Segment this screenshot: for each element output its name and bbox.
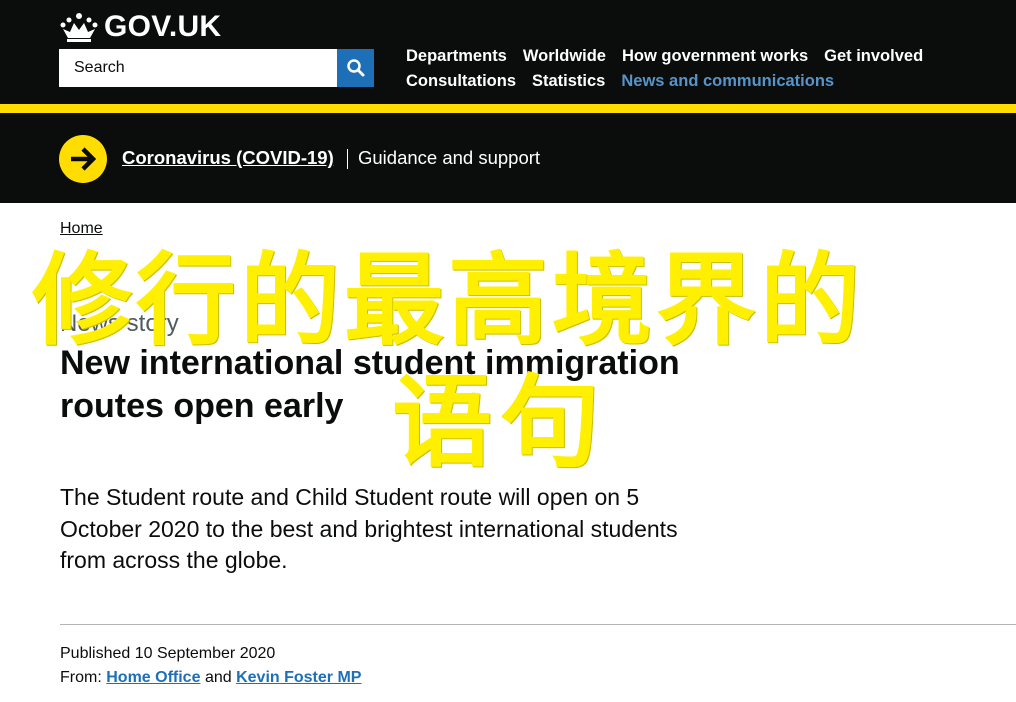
published-label: Published [60,645,131,662]
nav-item-departments[interactable]: Departments [406,47,507,66]
divider [347,149,348,169]
lead-paragraph: The Student route and Child Student rout… [60,484,678,573]
nav-item-statistics[interactable]: Statistics [532,72,605,91]
nav-item-consultations[interactable]: Consultations [406,72,516,91]
main-navigation: Departments Worldwide How government wor… [406,44,966,94]
covid-link[interactable]: Coronavirus (COVID-19) [122,147,334,169]
content-type-caption: News story [60,310,179,337]
site-header: GOV.UK Search Departments Worldwide How … [0,0,1016,104]
from-label: From: [60,669,102,686]
search-button[interactable] [337,49,374,87]
from-line: From: Home Office and Kevin Foster MP [60,666,361,690]
govuk-logo[interactable]: GOV.UK [60,10,221,44]
breadcrumb-home[interactable]: Home [60,220,103,238]
page-title: New international student immigration ro… [60,344,680,425]
nav-item-how-government-works[interactable]: How government works [622,47,808,66]
published-line: Published 10 September 2020 [60,642,361,666]
covid-banner: Coronavirus (COVID-19) Guidance and supp… [0,113,1016,203]
nav-row: Departments Worldwide How government wor… [406,44,966,69]
arrow-right-circle-icon [59,135,107,183]
search-form: Search [59,49,374,87]
nav-item-get-involved[interactable]: Get involved [824,47,923,66]
publication-metadata: Published 10 September 2020 From: Home O… [60,642,361,690]
organisation-link-home-office[interactable]: Home Office [106,669,200,686]
person-link-kevin-foster[interactable]: Kevin Foster MP [236,669,361,686]
logo-text: GOV.UK [104,10,222,43]
header-yellow-bar [0,104,1016,113]
and-text: and [204,669,232,686]
search-icon [346,59,364,77]
covid-guidance-text: Guidance and support [358,147,541,168]
published-date: 10 September 2020 [134,645,276,662]
divider [60,624,1016,625]
nav-row: Consultations Statistics News and commun… [406,69,966,94]
search-input[interactable]: Search [59,49,337,87]
crown-icon [60,13,98,42]
nav-item-worldwide[interactable]: Worldwide [523,47,606,66]
nav-item-news-and-communications[interactable]: News and communications [621,72,834,91]
